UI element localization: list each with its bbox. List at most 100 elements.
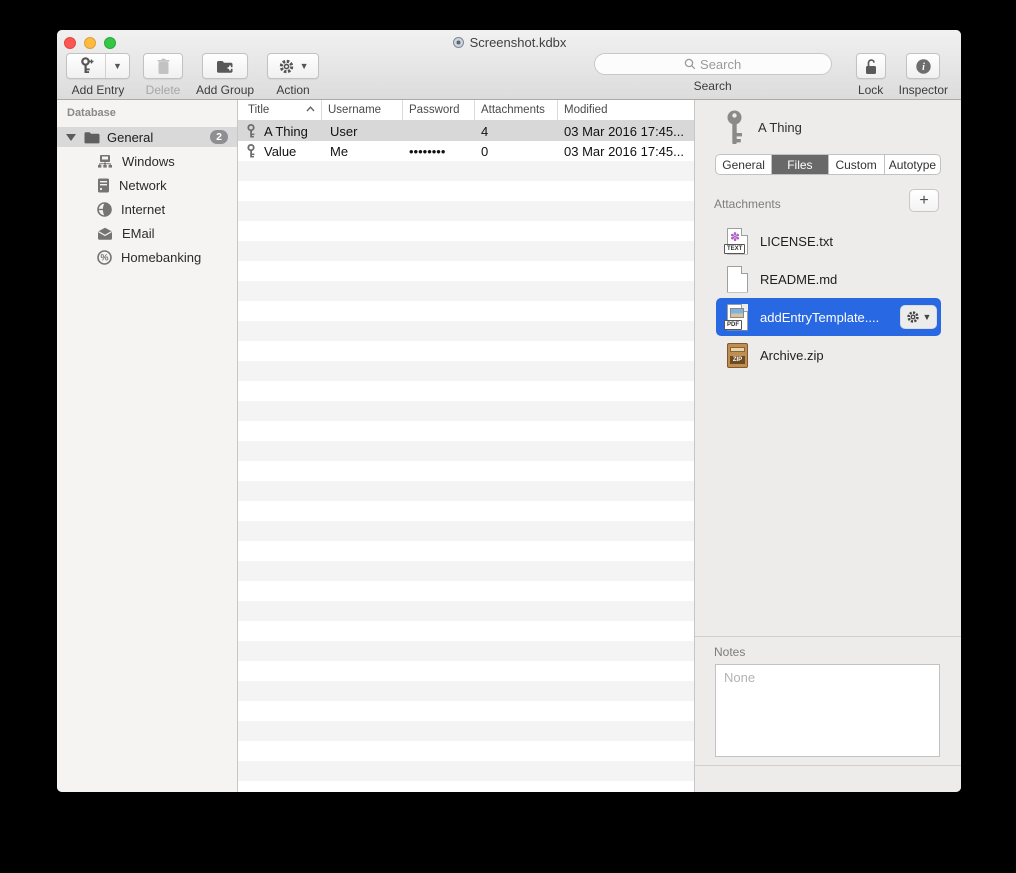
toolbar: ▼ Add Entry Delete Add Group	[66, 53, 948, 97]
add-group-button[interactable]	[202, 53, 248, 79]
search-placeholder: Search	[700, 57, 741, 72]
lock-button[interactable]	[856, 53, 886, 79]
sidebar-section-header: Database	[67, 107, 237, 119]
sidebar-group-label: General	[107, 130, 153, 145]
search-icon	[684, 58, 696, 70]
attachment-name: README.md	[760, 272, 837, 287]
column-header-username[interactable]: Username	[322, 100, 403, 120]
flower-thumbnail: ✽	[730, 230, 740, 244]
attachment-row[interactable]: ✽ TEXT LICENSE.txt	[716, 222, 941, 260]
pdf-thumbnail	[730, 308, 744, 318]
lock-item: Lock	[856, 53, 886, 97]
empty-rows-stripes	[238, 161, 694, 792]
sidebar: Database General 2 Windows Network	[57, 100, 238, 792]
network-icon	[97, 178, 110, 193]
notes-label: Notes	[714, 645, 745, 659]
table-row[interactable]: A Thing User 4 03 Mar 2016 17:45...	[238, 121, 694, 141]
app-window: Screenshot.kdbx ▼ Add Entry Delete	[57, 30, 961, 792]
tab-autotype[interactable]: Autotype	[885, 155, 940, 174]
attachment-name: Archive.zip	[760, 348, 824, 363]
attachment-row-selected[interactable]: PDF addEntryTemplate.... ▼	[716, 298, 941, 336]
document-proxy-icon[interactable]	[452, 36, 465, 49]
entry-username: User	[322, 124, 403, 139]
gear-icon	[278, 58, 295, 75]
sidebar-item-label: Internet	[121, 202, 165, 217]
info-icon: i	[915, 58, 932, 75]
sidebar-group-general[interactable]: General 2	[57, 127, 237, 147]
entry-title: A Thing	[264, 124, 308, 139]
delete-button[interactable]	[143, 53, 183, 79]
search-input[interactable]: Search	[594, 53, 832, 75]
folder-icon	[84, 131, 100, 144]
open-padlock-icon	[864, 58, 878, 75]
document-file-icon	[727, 266, 748, 293]
attachment-row[interactable]: ZIP Archive.zip	[716, 336, 941, 374]
text-file-icon: ✽ TEXT	[727, 228, 748, 255]
inspector-button[interactable]: i	[906, 53, 940, 79]
content: Database General 2 Windows Network	[57, 100, 961, 792]
sidebar-item-label: Windows	[122, 154, 175, 169]
attachment-row[interactable]: README.md	[716, 260, 941, 298]
inspector-entry-title: A Thing	[758, 120, 802, 135]
sidebar-item-internet[interactable]: Internet	[57, 197, 237, 221]
action-button[interactable]: ▼	[267, 53, 319, 79]
entry-attachments: 4	[475, 124, 558, 139]
window-title-row: Screenshot.kdbx	[57, 35, 961, 50]
inspector-label: Inspector	[899, 83, 948, 97]
add-entry-dropdown[interactable]: ▼	[105, 54, 129, 78]
attachment-list: ✽ TEXT LICENSE.txt README.md	[695, 222, 961, 374]
sidebar-item-label: EMail	[122, 226, 155, 241]
add-entry-item: ▼ Add Entry	[66, 53, 130, 97]
tab-general[interactable]: General	[716, 155, 772, 174]
entry-modified: 03 Mar 2016 17:45...	[558, 144, 694, 159]
column-header-attachments[interactable]: Attachments	[475, 100, 558, 120]
disclosure-triangle-icon[interactable]	[66, 134, 76, 141]
search-item: Search Search	[594, 53, 832, 93]
entry-attachments: 0	[475, 144, 558, 159]
notes-section: Notes	[695, 637, 961, 765]
column-header-title[interactable]: Title	[238, 100, 322, 120]
add-entry-label: Add Entry	[72, 83, 125, 97]
attachments-label: Attachments	[714, 197, 781, 211]
tab-custom[interactable]: Custom	[829, 155, 885, 174]
action-label: Action	[276, 83, 309, 97]
lock-label: Lock	[858, 83, 883, 97]
pdf-file-icon: PDF	[727, 304, 748, 331]
notes-input[interactable]	[715, 664, 940, 757]
sidebar-item-homebanking[interactable]: % Homebanking	[57, 245, 237, 269]
add-group-item: Add Group	[196, 53, 254, 97]
titlebar-toolbar: Screenshot.kdbx ▼ Add Entry Delete	[57, 30, 961, 100]
sort-ascending-icon	[306, 104, 315, 120]
homebanking-icon: %	[97, 250, 112, 265]
action-item: ▼ Action	[267, 53, 319, 97]
folder-plus-icon	[216, 59, 234, 74]
key-plus-icon	[67, 54, 105, 78]
add-entry-button[interactable]: ▼	[66, 53, 130, 79]
delete-label: Delete	[146, 83, 181, 97]
inspector-main: A Thing General Files Custom Autotype At…	[695, 100, 961, 637]
gear-icon	[906, 310, 920, 324]
column-header-password[interactable]: Password	[403, 100, 475, 120]
sidebar-item-network[interactable]: Network	[57, 173, 237, 197]
sidebar-item-email[interactable]: EMail	[57, 221, 237, 245]
chevron-down-icon: ▼	[923, 312, 932, 322]
table-header: Title Username Password Attachments Modi…	[238, 100, 694, 121]
attachment-name: addEntryTemplate....	[760, 310, 879, 325]
add-attachment-button[interactable]: +	[909, 189, 939, 212]
trash-icon	[156, 58, 171, 75]
key-icon	[246, 124, 256, 139]
column-header-modified[interactable]: Modified	[558, 100, 694, 120]
attachment-action-button[interactable]: ▼	[900, 305, 937, 329]
key-icon	[246, 144, 256, 159]
inspector-tabs: General Files Custom Autotype	[715, 154, 941, 175]
internet-icon	[97, 202, 112, 217]
chevron-down-icon: ▼	[300, 61, 309, 71]
table-row[interactable]: Value Me •••••••• 0 03 Mar 2016 17:45...	[238, 141, 694, 161]
window-title: Screenshot.kdbx	[470, 35, 567, 50]
delete-item: Delete	[143, 53, 183, 97]
entry-modified: 03 Mar 2016 17:45...	[558, 124, 694, 139]
add-group-label: Add Group	[196, 83, 254, 97]
entry-username: Me	[322, 144, 403, 159]
tab-files[interactable]: Files	[772, 155, 828, 174]
sidebar-item-windows[interactable]: Windows	[57, 149, 237, 173]
